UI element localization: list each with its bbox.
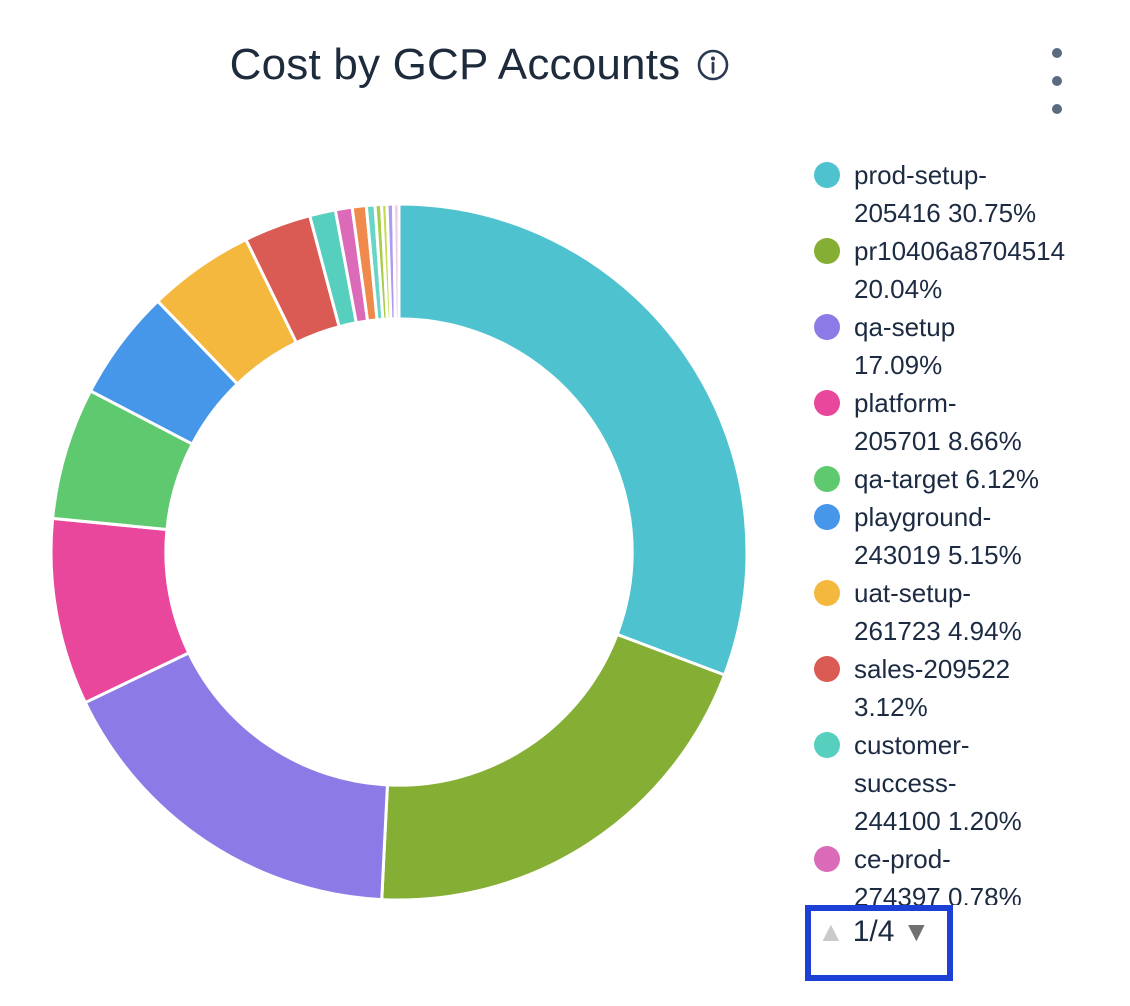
legend-color-dot	[814, 846, 840, 872]
legend-color-dot	[814, 314, 840, 340]
legend-color-dot	[814, 390, 840, 416]
legend-item[interactable]: uat-setup-261723 4.94%	[814, 574, 1130, 650]
legend-pager: ▲ 1/4 ▼	[805, 905, 953, 981]
donut-slice-unlabeled-slice-6[interactable]	[394, 204, 399, 319]
legend-color-dot	[814, 238, 840, 264]
kebab-menu-icon[interactable]	[1048, 48, 1066, 114]
donut-chart	[49, 202, 749, 902]
legend-color-dot	[814, 580, 840, 606]
legend-label: pr10406a870451420.04%	[854, 232, 1065, 308]
page-indicator: 1/4	[853, 913, 895, 951]
page-up-button[interactable]: ▲	[817, 913, 845, 951]
legend-item[interactable]: sales-2095223.12%	[814, 650, 1130, 726]
legend-color-dot	[814, 656, 840, 682]
legend-label: qa-setup17.09%	[854, 308, 955, 384]
legend-label: playground-243019 5.15%	[854, 498, 1022, 574]
legend-color-dot	[814, 732, 840, 758]
legend-label: qa-target 6.12%	[854, 460, 1039, 498]
legend-color-dot	[814, 504, 840, 530]
legend-item[interactable]: platform-205701 8.66%	[814, 384, 1130, 460]
legend-label: customer-success-244100 1.20%	[854, 726, 1022, 840]
card-header: Cost by GCP Accounts	[0, 40, 960, 90]
legend: prod-setup-205416 30.75%pr10406a87045142…	[814, 156, 1130, 905]
legend-label: prod-setup-205416 30.75%	[854, 156, 1036, 232]
info-icon[interactable]	[696, 48, 730, 82]
legend-item[interactable]: prod-setup-205416 30.75%	[814, 156, 1130, 232]
legend-color-dot	[814, 466, 840, 492]
chart-card: Cost by GCP Accounts prod-setup-205416 3…	[0, 0, 1130, 1006]
legend-color-dot	[814, 162, 840, 188]
kebab-dot	[1052, 48, 1062, 58]
kebab-dot	[1052, 76, 1062, 86]
legend-item[interactable]: ce-prod-274397 0.78%	[814, 840, 1130, 905]
legend-item[interactable]: playground-243019 5.15%	[814, 498, 1130, 574]
donut-slice-pr10406a8704514[interactable]	[382, 634, 725, 900]
legend-item[interactable]: qa-setup17.09%	[814, 308, 1130, 384]
kebab-dot	[1052, 104, 1062, 114]
page-down-button[interactable]: ▼	[902, 913, 930, 951]
donut-slice-prod-setup-205416[interactable]	[399, 204, 747, 675]
legend-item[interactable]: qa-target 6.12%	[814, 460, 1130, 498]
legend-label: platform-205701 8.66%	[854, 384, 1022, 460]
legend-label: sales-2095223.12%	[854, 650, 1010, 726]
legend-label: ce-prod-274397 0.78%	[854, 840, 1022, 905]
legend-item[interactable]: pr10406a870451420.04%	[814, 232, 1130, 308]
legend-label: uat-setup-261723 4.94%	[854, 574, 1022, 650]
donut-slice-qa-setup[interactable]	[85, 653, 387, 900]
legend-item[interactable]: customer-success-244100 1.20%	[814, 726, 1130, 840]
chart-title: Cost by GCP Accounts	[230, 40, 681, 90]
